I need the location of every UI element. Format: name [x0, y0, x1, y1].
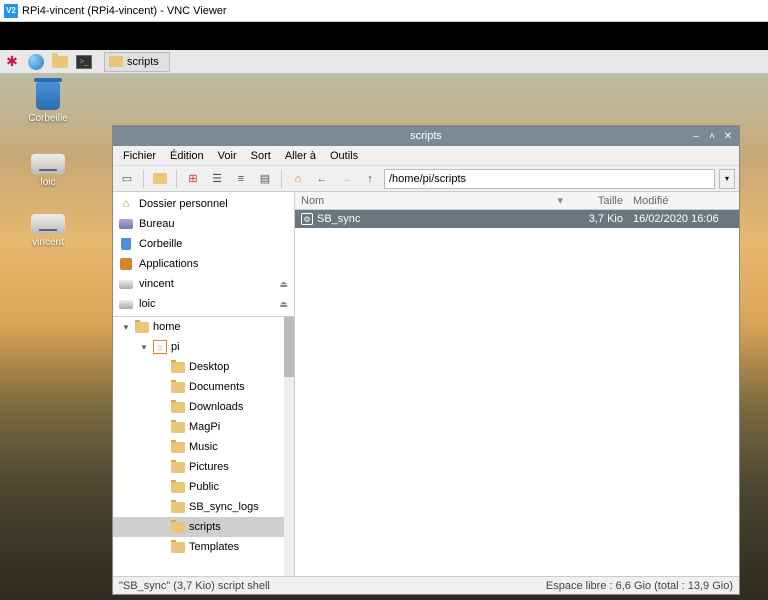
host-window-title: RPi4-vincent (RPi4-vincent) - VNC Viewer	[22, 5, 227, 17]
vnc-icon: V2	[4, 4, 18, 18]
desktop-icon-vincent[interactable]: vincent	[18, 208, 78, 248]
menu-aller à[interactable]: Aller à	[279, 148, 322, 164]
place-loic[interactable]: loic⏏	[113, 294, 294, 314]
tree-item-music[interactable]: Music	[113, 437, 294, 457]
tree-item-documents[interactable]: Documents	[113, 377, 294, 397]
tree-item-magpi[interactable]: MagPi	[113, 417, 294, 437]
eject-icon[interactable]: ⏏	[279, 299, 288, 310]
status-right: Espace libre : 6,6 Gio (total : 13,9 Gio…	[546, 580, 733, 592]
back-button[interactable]: ←	[312, 169, 332, 189]
fm-content: Nom▾ Taille Modifié ⚙SB_sync3,7 Kio16/02…	[295, 192, 739, 576]
new-tab-button[interactable]: ▭	[117, 169, 137, 189]
browser-icon[interactable]	[24, 50, 48, 74]
raspberry-menu-icon[interactable]: ✱	[0, 50, 24, 74]
file-manager-icon[interactable]	[48, 50, 72, 74]
twisty-icon[interactable]: ▾	[139, 342, 149, 353]
view-list-button[interactable]: ≡	[231, 169, 251, 189]
place-vincent[interactable]: vincent⏏	[113, 274, 294, 294]
folder-icon	[109, 56, 123, 67]
view-compact-button[interactable]: ☰	[207, 169, 227, 189]
host-titlebar: V2 RPi4-vincent (RPi4-vincent) - VNC Vie…	[0, 0, 768, 22]
close-button[interactable]: ✕	[721, 129, 735, 143]
desktop-icon-label: Corbeille	[18, 113, 78, 124]
path-input[interactable]: /home/pi/scripts	[384, 169, 715, 189]
folder-icon	[171, 482, 185, 493]
fm-sidebar: ⌂Dossier personnelBureauCorbeilleApplica…	[113, 192, 295, 576]
menu-voir[interactable]: Voir	[212, 148, 243, 164]
tree-scrollbar[interactable]	[284, 317, 294, 576]
tree-item-scripts[interactable]: scripts	[113, 517, 294, 537]
status-left: "SB_sync" (3,7 Kio) script shell	[119, 580, 270, 592]
place-applications[interactable]: Applications	[113, 254, 294, 274]
maximize-button[interactable]: ˄	[705, 129, 719, 143]
folder-icon	[171, 422, 185, 433]
up-button[interactable]: ↑	[360, 169, 380, 189]
desktop-icon-label: vincent	[18, 237, 78, 248]
fm-title: scripts	[410, 130, 442, 142]
folder-icon	[171, 502, 185, 513]
folder-icon	[171, 362, 185, 373]
tree-item-sb_sync_logs[interactable]: SB_sync_logs	[113, 497, 294, 517]
folder-icon	[135, 322, 149, 333]
tree-item-downloads[interactable]: Downloads	[113, 397, 294, 417]
folder-icon	[171, 522, 185, 533]
place-dossier-personnel[interactable]: ⌂Dossier personnel	[113, 194, 294, 214]
eject-icon[interactable]: ⏏	[279, 279, 288, 290]
menu-sort[interactable]: Sort	[245, 148, 277, 164]
desktop-icon-loic[interactable]: loic	[18, 148, 78, 188]
drive-icon	[31, 154, 65, 174]
home-button[interactable]: ⌂	[288, 169, 308, 189]
minimize-button[interactable]: –	[689, 129, 703, 143]
tree-item-pictures[interactable]: Pictures	[113, 457, 294, 477]
tree-item-home[interactable]: ▾home	[113, 317, 294, 337]
tree-item-public[interactable]: Public	[113, 477, 294, 497]
place-corbeille[interactable]: Corbeille	[113, 234, 294, 254]
twisty-icon[interactable]: ▾	[121, 322, 131, 333]
fm-titlebar[interactable]: scripts – ˄ ✕	[113, 126, 739, 146]
new-folder-button[interactable]	[150, 169, 170, 189]
fm-tree: ▾home▾piDesktopDocumentsDownloadsMagPiMu…	[113, 316, 294, 576]
vnc-desktop: ✱ >_ scripts Corbeille loic vincent script…	[0, 50, 768, 600]
tree-item-desktop[interactable]: Desktop	[113, 357, 294, 377]
fm-statusbar: "SB_sync" (3,7 Kio) script shell Espace …	[113, 576, 739, 594]
menu-édition[interactable]: Édition	[164, 148, 210, 164]
desktop-icon-label: loic	[18, 177, 78, 188]
menu-fichier[interactable]: Fichier	[117, 148, 162, 164]
drive-icon	[31, 214, 65, 234]
folder-icon	[171, 382, 185, 393]
fm-menubar: FichierÉditionVoirSortAller àOutils	[113, 146, 739, 166]
black-strip	[0, 22, 768, 50]
forward-button[interactable]: →	[336, 169, 356, 189]
tree-item-pi[interactable]: ▾pi	[113, 337, 294, 357]
folder-icon	[171, 542, 185, 553]
desktop-icon-corbeille[interactable]: Corbeille	[18, 82, 78, 124]
column-headers[interactable]: Nom▾ Taille Modifié	[295, 192, 739, 210]
fm-toolbar: ▭ ⊞ ☰ ≡ ▤ ⌂ ← → ↑ /home/pi/scripts ▾	[113, 166, 739, 192]
folder-icon	[171, 402, 185, 413]
view-detail-button[interactable]: ▤	[255, 169, 275, 189]
file-manager-window: scripts – ˄ ✕ FichierÉditionVoirSortAlle…	[112, 125, 740, 595]
view-icons-button[interactable]: ⊞	[183, 169, 203, 189]
folder-icon	[171, 462, 185, 473]
menu-outils[interactable]: Outils	[324, 148, 364, 164]
home-icon	[153, 340, 167, 354]
taskbar: ✱ >_ scripts	[0, 50, 768, 74]
tree-item-templates[interactable]: Templates	[113, 537, 294, 557]
folder-icon	[171, 442, 185, 453]
terminal-icon[interactable]: >_	[72, 50, 96, 74]
taskbar-active-window[interactable]: scripts	[104, 52, 170, 72]
taskbar-task-label: scripts	[127, 56, 159, 68]
trash-icon	[36, 82, 60, 110]
place-bureau[interactable]: Bureau	[113, 214, 294, 234]
path-dropdown[interactable]: ▾	[719, 169, 735, 189]
file-row[interactable]: ⚙SB_sync3,7 Kio16/02/2020 16:06	[295, 210, 739, 228]
script-icon: ⚙	[301, 213, 313, 225]
